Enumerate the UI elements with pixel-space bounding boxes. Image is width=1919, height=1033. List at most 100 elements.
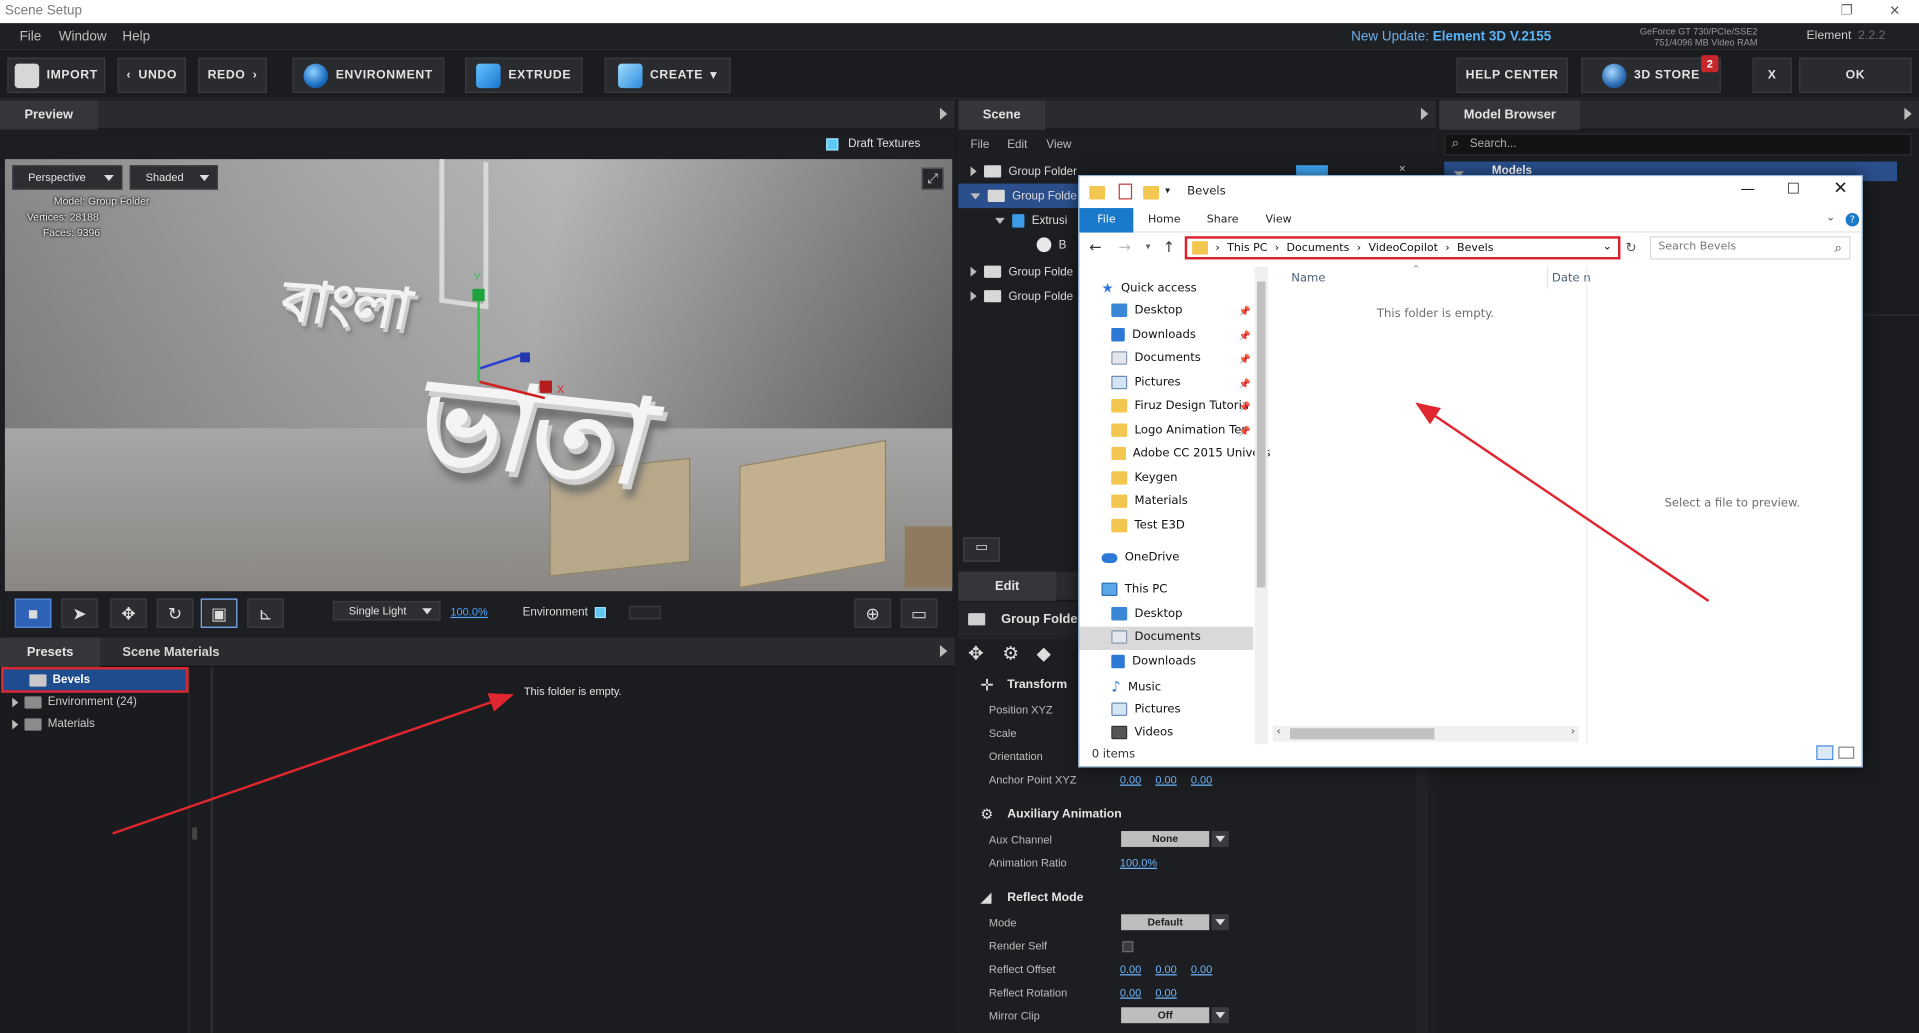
chevron-down-icon[interactable]: ▾ bbox=[1165, 185, 1170, 196]
ribbon-tab-home[interactable]: Home bbox=[1148, 214, 1181, 226]
scroll-left-icon[interactable]: ‹ bbox=[1277, 726, 1281, 738]
nav-item-selected[interactable]: Documents bbox=[1111, 630, 1201, 644]
nav-item[interactable]: Test E3D bbox=[1111, 518, 1185, 533]
nav-item[interactable]: ★ Quick access bbox=[1102, 280, 1197, 296]
axis-tool-icon[interactable]: ⊾ bbox=[247, 598, 284, 628]
reflect-mode-dropdown[interactable]: Default bbox=[1121, 914, 1229, 931]
z-axis-handle[interactable] bbox=[520, 352, 530, 363]
3d-viewport[interactable]: বাংলা ভাতা Y X Perspective Shaded ⤢ Mode… bbox=[4, 159, 953, 592]
scroll-right-icon[interactable]: › bbox=[1571, 726, 1575, 738]
nav-item[interactable]: Downloads bbox=[1111, 328, 1196, 342]
shape-icon[interactable]: ◆ bbox=[1037, 643, 1051, 665]
panel-collapse-icon[interactable] bbox=[939, 644, 948, 658]
ribbon-tab-file[interactable]: File bbox=[1079, 208, 1134, 233]
redo-button[interactable]: REDO › bbox=[198, 57, 267, 94]
nav-item[interactable]: ♪ Music bbox=[1111, 678, 1161, 695]
column-date-header[interactable]: Date n bbox=[1552, 272, 1591, 285]
light-dropdown[interactable]: Single Light bbox=[332, 600, 441, 621]
nav-item[interactable]: Documents bbox=[1111, 351, 1201, 365]
expand-icon[interactable] bbox=[970, 291, 977, 302]
expand-icon[interactable] bbox=[970, 266, 977, 277]
move-icon[interactable]: ✥ bbox=[968, 643, 983, 665]
breadcrumb-this-pc[interactable]: This PC bbox=[1227, 242, 1267, 254]
scene-menu-file[interactable]: File bbox=[971, 138, 990, 151]
update-notice[interactable]: New Update: Element 3D V.2155 bbox=[1351, 29, 1551, 44]
nav-item[interactable]: Downloads bbox=[1111, 654, 1196, 669]
breadcrumb-documents[interactable]: Documents bbox=[1287, 242, 1350, 254]
environment-swatch[interactable] bbox=[629, 605, 661, 620]
nav-item[interactable]: Pictures bbox=[1111, 702, 1181, 716]
anchor-x[interactable]: 0.00 bbox=[1120, 774, 1141, 786]
tab-presets[interactable]: Presets bbox=[0, 637, 101, 668]
nav-item[interactable]: Logo Animation Ter bbox=[1111, 423, 1246, 437]
tree-item-materials[interactable]: Materials bbox=[12, 717, 95, 731]
column-name-header[interactable]: Name bbox=[1291, 272, 1325, 285]
nav-item[interactable]: Videos bbox=[1111, 725, 1173, 740]
pin-icon[interactable]: 📌 bbox=[1239, 306, 1251, 317]
model-search-input[interactable]: ⌕ Search... bbox=[1444, 133, 1912, 156]
address-bar[interactable]: › This PC › Documents › VideoCopilot › B… bbox=[1184, 236, 1621, 260]
zoom-value[interactable]: 100.0% bbox=[450, 606, 487, 618]
expand-icon[interactable] bbox=[12, 719, 19, 729]
splitter-handle[interactable] bbox=[192, 827, 198, 840]
add-folder-icon[interactable]: ▭ bbox=[963, 537, 1000, 562]
ok-button[interactable]: OK bbox=[1799, 57, 1912, 94]
column-divider[interactable] bbox=[1547, 266, 1549, 289]
new-folder-icon[interactable] bbox=[1143, 186, 1160, 200]
forward-arrow-icon[interactable]: → bbox=[1119, 239, 1131, 256]
panel-collapse-icon[interactable] bbox=[1904, 107, 1912, 120]
menu-help[interactable]: Help bbox=[122, 29, 150, 44]
expand-icon[interactable] bbox=[12, 697, 19, 707]
scroll-thumb[interactable] bbox=[1256, 281, 1266, 588]
breadcrumb-videocopilot[interactable]: VideoCopilot bbox=[1368, 242, 1437, 254]
scene-menu-edit[interactable]: Edit bbox=[1007, 138, 1027, 151]
extrude-button[interactable]: EXTRUDE bbox=[465, 57, 583, 94]
x-axis-handle[interactable] bbox=[539, 380, 552, 393]
nav-item[interactable]: This PC bbox=[1101, 582, 1167, 597]
menu-file[interactable]: File bbox=[20, 29, 42, 44]
minimize-icon[interactable]: — bbox=[1740, 180, 1755, 197]
y-axis-handle[interactable] bbox=[472, 288, 485, 302]
camera-dropdown[interactable]: Perspective bbox=[12, 165, 123, 190]
scale-tool-icon[interactable]: ▣ bbox=[200, 598, 238, 628]
mirror-clip-dropdown[interactable]: Off bbox=[1121, 1007, 1229, 1024]
3d-store-button[interactable]: 3D STORE bbox=[1581, 57, 1721, 94]
nav-item[interactable]: Firuz Design Tutoria bbox=[1111, 398, 1249, 413]
shading-dropdown[interactable]: Shaded bbox=[129, 165, 218, 190]
large-icons-view-icon[interactable] bbox=[1838, 746, 1855, 759]
nav-item[interactable]: Keygen bbox=[1111, 471, 1178, 485]
ribbon-tab-view[interactable]: View bbox=[1266, 214, 1292, 226]
maximize-viewport-icon[interactable]: ⤢ bbox=[921, 167, 944, 190]
properties-icon[interactable] bbox=[1118, 183, 1133, 200]
select-tool-icon[interactable]: ➤ bbox=[61, 598, 98, 628]
collapse-icon[interactable] bbox=[995, 217, 1005, 224]
up-arrow-icon[interactable]: ↑ bbox=[1163, 239, 1175, 256]
offset-y[interactable]: 0.00 bbox=[1155, 963, 1176, 975]
refresh-icon[interactable]: ↻ bbox=[1625, 240, 1636, 256]
ribbon-tab-share[interactable]: Share bbox=[1207, 214, 1239, 226]
offset-x[interactable]: 0.00 bbox=[1120, 963, 1141, 975]
anchor-y[interactable]: 0.00 bbox=[1155, 774, 1176, 786]
move-tool-icon[interactable]: ✥ bbox=[110, 598, 147, 628]
render-self-checkbox[interactable] bbox=[1122, 941, 1134, 953]
anchor-z[interactable]: 0.00 bbox=[1191, 774, 1212, 786]
tree-item-environment[interactable]: Environment (24) bbox=[12, 695, 137, 709]
expand-icon[interactable] bbox=[970, 166, 977, 177]
display-icon[interactable]: ▭ bbox=[900, 598, 938, 628]
tree-item-bevels[interactable]: Bevels bbox=[29, 673, 90, 687]
cancel-x-button[interactable]: X bbox=[1752, 57, 1792, 94]
nav-scrollbar[interactable] bbox=[1254, 266, 1268, 745]
search-input[interactable]: Search Bevels ⌕ bbox=[1649, 236, 1851, 260]
recent-dropdown-icon[interactable]: ▾ bbox=[1146, 241, 1151, 252]
aux-channel-dropdown[interactable]: None bbox=[1121, 831, 1229, 847]
gear-icon[interactable]: ⚙ bbox=[1002, 643, 1018, 665]
nav-item[interactable]: Pictures bbox=[1111, 375, 1181, 390]
help-center-button[interactable]: HELP CENTER bbox=[1456, 57, 1568, 94]
target-icon[interactable]: ⊕ bbox=[854, 598, 891, 628]
menu-window[interactable]: Window bbox=[59, 29, 107, 44]
help-icon[interactable]: ? bbox=[1845, 212, 1860, 227]
back-arrow-icon[interactable]: ← bbox=[1089, 239, 1101, 256]
restore-icon[interactable]: ❐ bbox=[1841, 2, 1853, 19]
rotate-tool-icon[interactable]: ↻ bbox=[156, 598, 194, 628]
chevron-down-icon[interactable]: ⌄ bbox=[1603, 241, 1612, 253]
